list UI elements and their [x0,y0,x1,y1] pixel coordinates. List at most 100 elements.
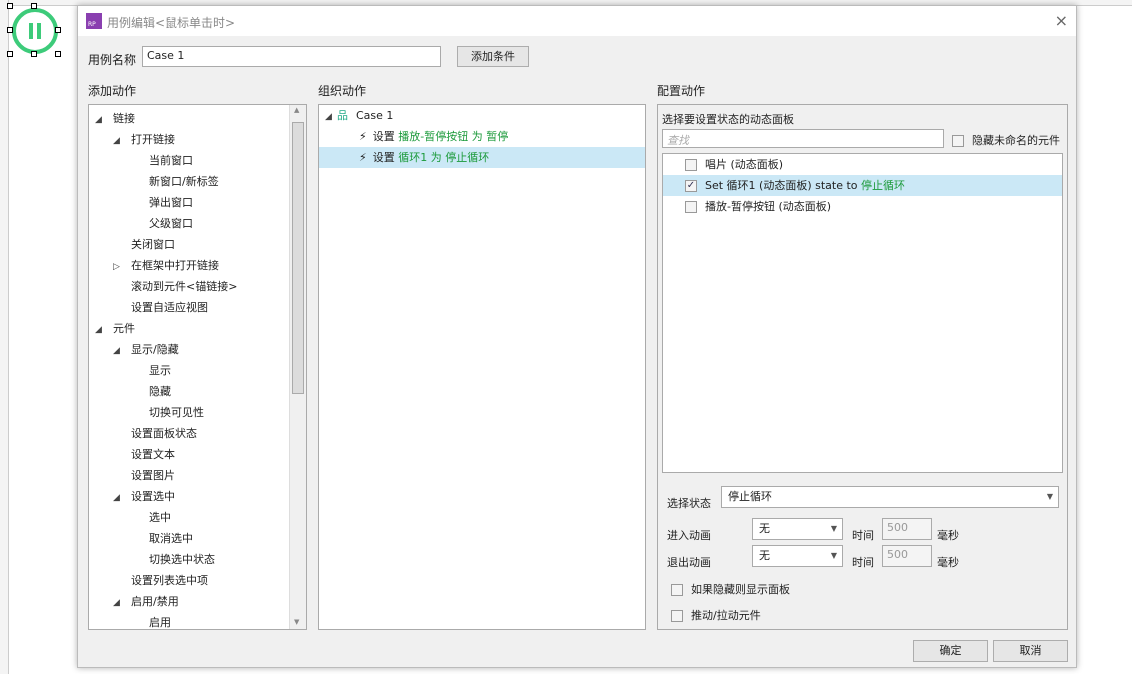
add-condition-button[interactable]: 添加条件 [457,46,529,67]
tree-item[interactable]: 隐藏 [131,381,171,402]
tree-item[interactable]: 启用 [131,612,171,629]
tree-item-label: 弹出窗口 [149,196,193,209]
select-state-label: 选择状态 [667,497,711,510]
expand-icon[interactable]: ◢ [113,131,125,152]
lightning-icon: ⚡ [359,130,367,143]
hide-unnamed-checkbox[interactable]: 隐藏未命名的元件 [952,132,1060,148]
expand-icon[interactable]: ◢ [113,341,125,362]
add-actions-tree: ▲ ▼ ◢ 链接 ◢ 打开链接 当前窗口 新窗口/新标签 弹出窗口 父级窗口 关闭窗口 ▷ 在框架中… [88,104,307,630]
ok-button[interactable]: 确定 [913,640,988,662]
tree-scrollbar[interactable]: ▲ ▼ [289,105,306,629]
expand-icon[interactable]: ◢ [95,320,107,341]
tree-item[interactable]: 当前窗口 [131,150,193,171]
pause-button-widget[interactable] [7,3,61,57]
case-tree-icon: 品 [337,109,348,122]
exit-anim-dropdown[interactable]: 无 ▼ [752,545,843,567]
tree-item-label: 隐藏 [149,385,171,398]
configure-actions-heading: 配置动作 [657,84,706,98]
panel-item-selected[interactable]: ✓ Set 循环1 (动态面板) state to 停止循环 [663,175,1062,196]
case-node[interactable]: ◢ 品 Case 1 [325,105,645,126]
enter-time-input[interactable]: 500 [882,518,932,540]
tree-item[interactable]: 设置面板状态 [113,423,197,444]
push-pull-checkbox[interactable]: 推动/拉动元件 [671,607,761,623]
scroll-up-icon[interactable]: ▲ [294,106,299,114]
title-bar: RP 用例编辑<鼠标单击时> × [78,6,1076,36]
cancel-button[interactable]: 取消 [993,640,1068,662]
tree-item[interactable]: 取消选中 [131,528,193,549]
tree-item[interactable]: ◢ 链接 [95,108,135,129]
tree-item-label: 切换选中状态 [149,553,215,566]
tree-item-label: 新窗口/新标签 [149,175,219,188]
panel-item[interactable]: 播放-暂停按钮 (动态面板) [663,196,1062,217]
action-row-selected[interactable]: ⚡ 设置 循环1 为 停止循环 [319,147,645,168]
checkbox[interactable] [685,201,697,213]
tree-item[interactable]: 设置文本 [113,444,175,465]
tree-item[interactable]: 父级窗口 [131,213,193,234]
tree-item[interactable]: 设置列表选中项 [113,570,208,591]
case-name-input[interactable]: Case 1 [142,46,441,67]
tree-item-label: 启用 [149,616,171,629]
action-target: 循环1 为 停止循环 [398,151,490,164]
select-state-value: 停止循环 [728,490,772,503]
show-if-hidden-checkbox[interactable]: 如果隐藏则显示面板 [671,581,790,597]
chevron-down-icon: ▼ [1046,492,1053,501]
enter-anim-dropdown[interactable]: 无 ▼ [752,518,843,540]
select-state-dropdown[interactable]: 停止循环 ▼ [721,486,1059,508]
tree-item[interactable]: 滚动到元件<锚链接> [113,276,237,297]
tree-item[interactable]: 切换选中状态 [131,549,215,570]
configure-actions-panel: 选择要设置状态的动态面板 查找 隐藏未命名的元件 唱片 (动态面板) ✓ Set … [657,104,1068,630]
tree-item-label: 当前窗口 [149,154,193,167]
push-pull-label: 推动/拉动元件 [691,609,761,622]
tree-item[interactable]: 选中 [131,507,171,528]
tree-item-label: 设置选中 [131,490,175,503]
tree-item[interactable]: ◢ 元件 [95,318,135,339]
tree-item-label: 设置列表选中项 [131,574,208,587]
tree-item-label: 显示 [149,364,171,377]
tree-item-label: 滚动到元件<锚链接> [131,280,238,293]
tree-item-label: 在框架中打开链接 [131,259,219,272]
scroll-down-icon[interactable]: ▼ [294,618,299,626]
ms-label: 毫秒 [937,556,959,569]
search-input[interactable]: 查找 [662,129,944,148]
exit-time-input[interactable]: 500 [882,545,932,567]
tree-item[interactable]: ◢ 启用/禁用 [113,591,179,612]
tree-item[interactable]: ◢ 设置选中 [113,486,175,507]
tree-item-label: 设置图片 [131,469,175,482]
close-icon[interactable]: × [1055,11,1068,30]
tree-item-label: 设置文本 [131,448,175,461]
organize-actions-heading: 组织动作 [318,84,367,98]
tree-item[interactable]: 显示 [131,360,171,381]
tree-item[interactable]: 关闭窗口 [113,234,175,255]
tree-item-label: 取消选中 [149,532,193,545]
checkbox[interactable] [685,159,697,171]
case-name-label: 用例名称 [88,53,137,67]
tree-item[interactable]: ▷ 在框架中打开链接 [113,255,219,276]
tree-item[interactable]: 新窗口/新标签 [131,171,219,192]
expand-icon[interactable]: ◢ [113,488,125,509]
ruler-left [0,0,9,674]
tree-item[interactable]: 设置图片 [113,465,175,486]
tree-item[interactable]: ◢ 打开链接 [113,129,175,150]
tree-item-label: 设置自适应视图 [131,301,208,314]
expand-icon[interactable]: ◢ [95,110,107,131]
checkbox-checked[interactable]: ✓ [685,180,697,192]
tree-item-label: 父级窗口 [149,217,193,230]
expand-icon[interactable]: ◢ [325,107,337,128]
dynamic-panel-list: 唱片 (动态面板) ✓ Set 循环1 (动态面板) state to 停止循环 … [662,153,1063,473]
scrollbar-thumb[interactable] [292,122,304,394]
exit-anim-label: 退出动画 [667,556,711,569]
tree-item-label: 打开链接 [131,133,175,146]
chevron-down-icon: ▼ [830,524,837,533]
expand-icon[interactable]: ◢ [113,593,125,614]
case-label: Case 1 [356,109,394,122]
panel-label: 播放-暂停按钮 (动态面板) [705,200,832,213]
tree-item[interactable]: 设置自适应视图 [113,297,208,318]
panel-state: 停止循环 [861,179,906,192]
panel-item[interactable]: 唱片 (动态面板) [663,154,1062,175]
action-row[interactable]: ⚡ 设置 播放-暂停按钮 为 暂停 [319,126,645,147]
tree-item[interactable]: ◢ 显示/隐藏 [113,339,179,360]
tree-item[interactable]: 切换可见性 [131,402,204,423]
expand-icon[interactable]: ▷ [113,257,125,278]
tree-item[interactable]: 弹出窗口 [131,192,193,213]
exit-anim-value: 无 [759,549,770,562]
